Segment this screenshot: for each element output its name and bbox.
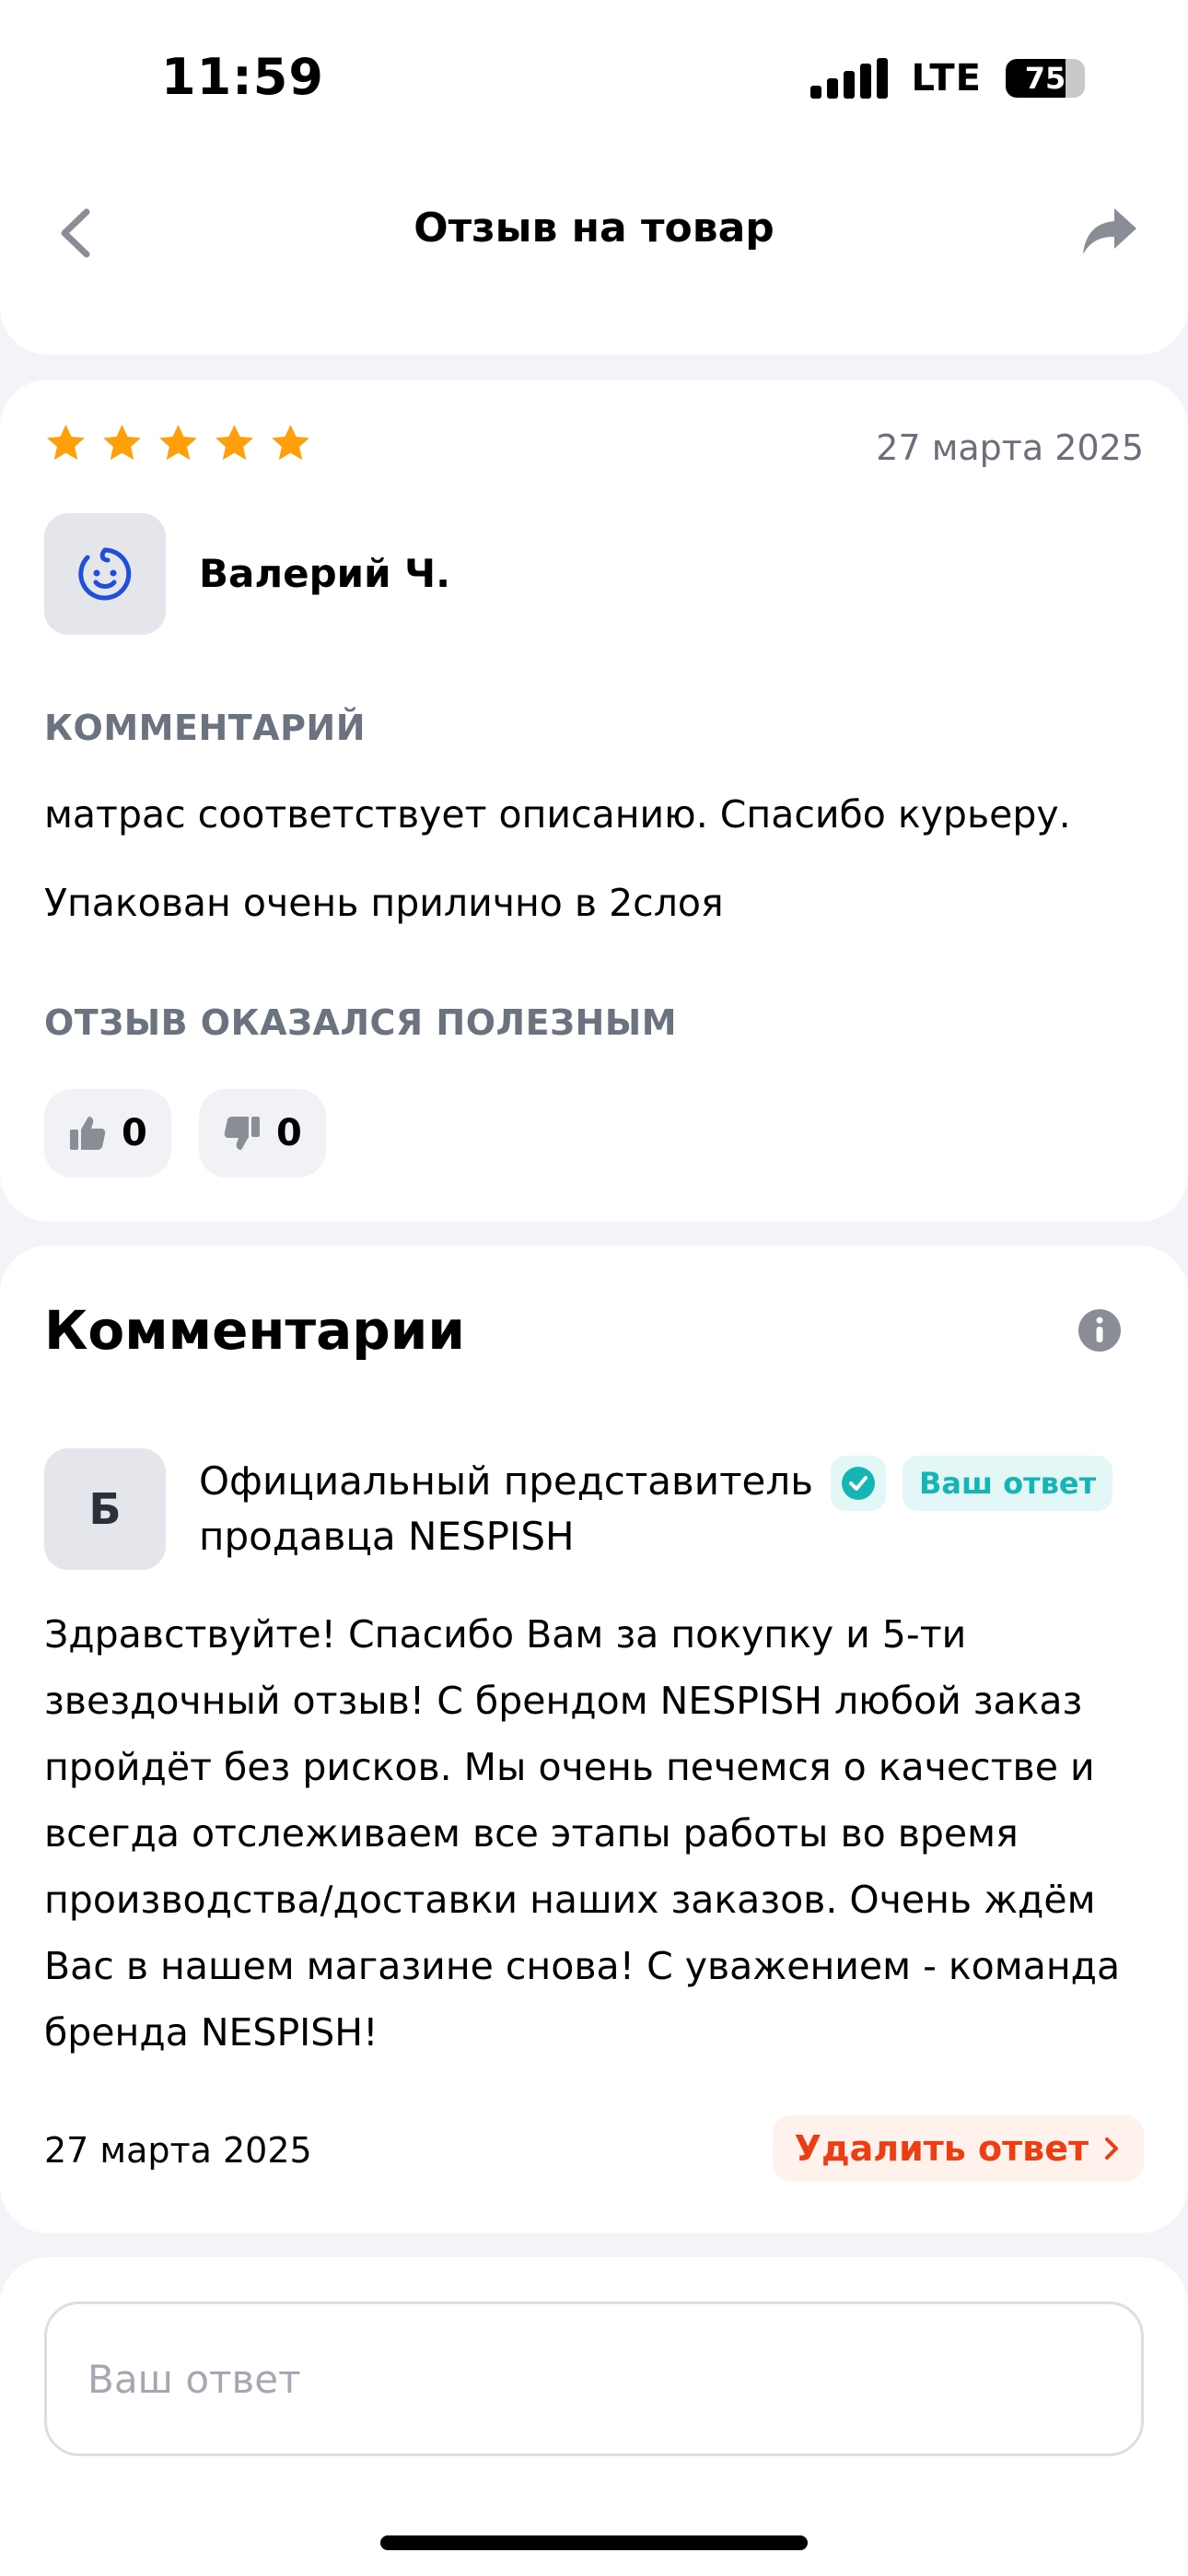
avatar [44, 513, 166, 635]
signal-icon [809, 58, 888, 99]
info-button[interactable] [1077, 1308, 1122, 1352]
smiley-face-icon [78, 547, 132, 601]
network-type: LTE [911, 57, 982, 100]
star-icon [272, 424, 309, 461]
verified-check-icon [842, 1467, 875, 1500]
page-title: Отзыв на товар [413, 205, 775, 252]
review-card: 27 марта 2025 Валерий Ч. КОММЕНТАРИЙ мат… [0, 380, 1188, 1222]
thumbs-up-icon [70, 1117, 106, 1150]
delete-answer-button[interactable]: Удалить ответ [772, 2115, 1144, 2182]
status-indicators: LTE 75 [809, 57, 1085, 100]
comment-line: Упакован очень прилично в 2слоя [44, 881, 724, 925]
like-button[interactable]: 0 [44, 1089, 171, 1177]
delete-answer-label: Удалить ответ [794, 2128, 1089, 2169]
share-arrow-icon [1083, 208, 1136, 254]
home-indicator[interactable] [380, 2535, 808, 2550]
star-icon [47, 424, 85, 461]
star-icon [159, 424, 197, 461]
rating-stars [44, 422, 312, 465]
like-count: 0 [122, 1112, 147, 1154]
dislike-count: 0 [276, 1112, 302, 1154]
your-answer-badge: Ваш ответ [903, 1456, 1113, 1511]
comments-card: Комментарии Б Официальный представитель … [0, 1246, 1188, 2233]
reply-text: Здравствуйте! Спасибо Вам за покупку и 5… [44, 1612, 1121, 2055]
chevron-right-icon [1105, 2137, 1118, 2160]
seller-name: Официальный представитель продавца NESPI… [199, 1458, 813, 1559]
share-button[interactable] [1079, 201, 1140, 262]
info-icon [1078, 1309, 1121, 1352]
review-date: 27 марта 2025 [876, 427, 1144, 468]
verified-badge [831, 1456, 886, 1511]
status-time: 11:59 [161, 48, 324, 106]
review-author: Валерий Ч. [199, 551, 451, 596]
seller-avatar: Б [44, 1448, 166, 1570]
battery-level: 75 [1024, 61, 1066, 96]
header-card: 11:59 LTE 75 Отзыв на товар [0, 0, 1188, 355]
answer-input-card [0, 2257, 1188, 2576]
answer-input[interactable] [44, 2301, 1144, 2456]
star-icon [215, 424, 253, 461]
comment-label: КОММЕНТАРИЙ [44, 708, 367, 748]
battery-icon: 75 [1006, 59, 1085, 98]
reply-date: 27 марта 2025 [44, 2130, 312, 2171]
comments-title: Комментарии [44, 1299, 466, 1362]
comment-line: матрас соответствует описанию. Спасибо к… [44, 792, 1071, 837]
dislike-button[interactable]: 0 [199, 1089, 326, 1177]
star-icon [103, 424, 141, 461]
thumbs-down-icon [224, 1117, 260, 1150]
review-detail-screen: 11:59 LTE 75 Отзыв на товар 27 марта 202 [0, 0, 1188, 2576]
helpful-label: ОТЗЫВ ОКАЗАЛСЯ ПОЛЕЗНЫМ [44, 1002, 678, 1043]
